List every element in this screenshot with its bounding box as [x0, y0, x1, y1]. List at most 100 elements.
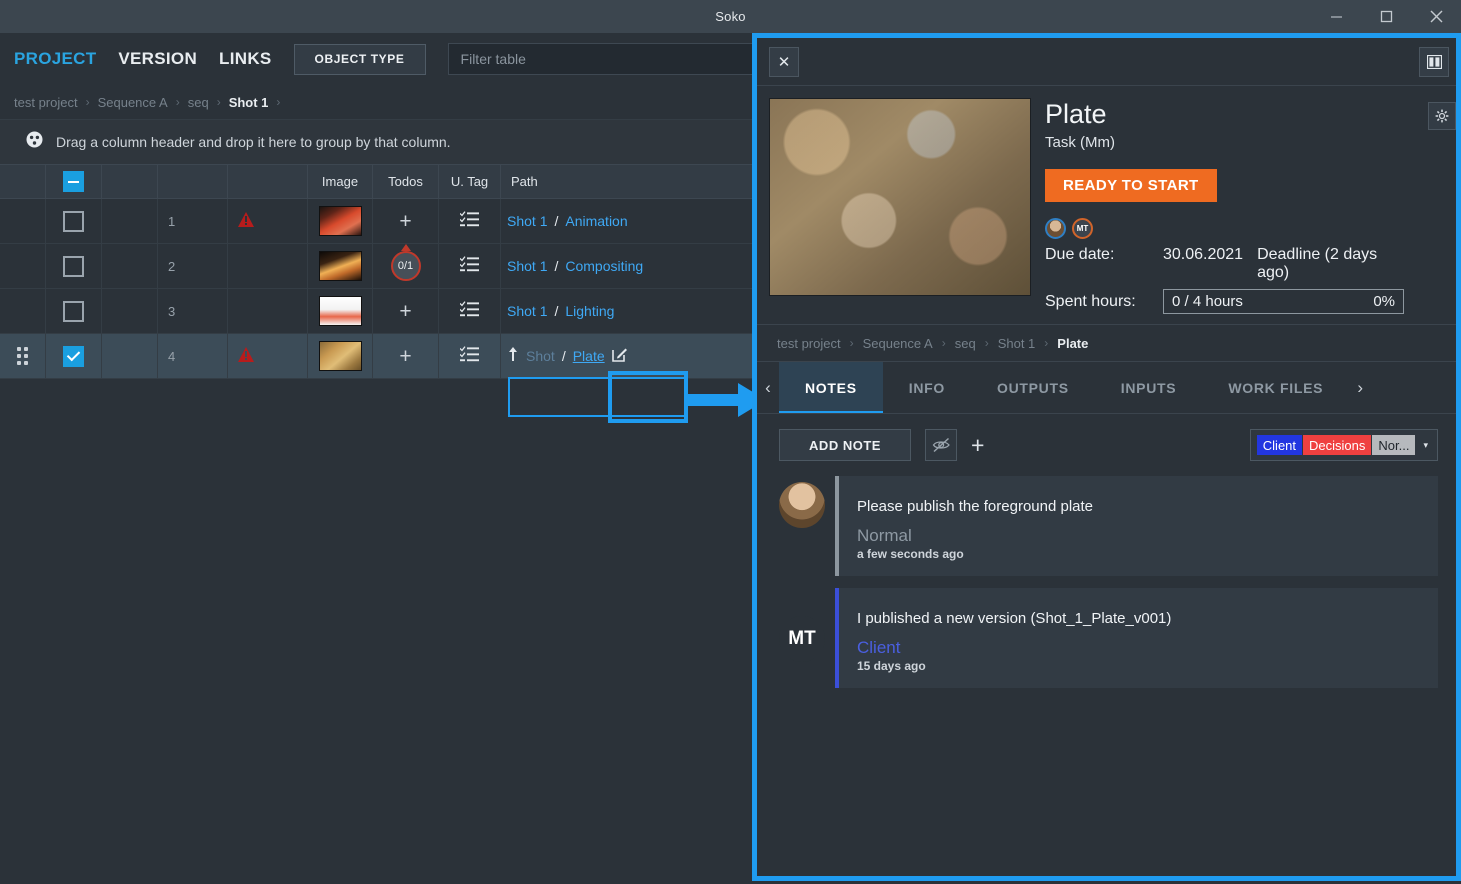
checklist-icon[interactable] [459, 300, 479, 322]
row-path-cell[interactable]: Shot / Plate [501, 334, 760, 378]
detail-breadcrumb-item-4[interactable]: Plate [1057, 336, 1088, 351]
add-note-plus-icon[interactable]: + [971, 433, 984, 457]
gear-icon[interactable] [1428, 102, 1456, 130]
spent-hours-progress[interactable]: 0 / 4 hours 0% [1163, 289, 1404, 315]
row-todos-cell[interactable]: 0/1 [373, 244, 439, 288]
path-leaf-link[interactable]: Lighting [565, 303, 614, 319]
tag-chip-client[interactable]: Client [1256, 435, 1303, 456]
detail-breadcrumb-item-1[interactable]: Sequence A [863, 336, 933, 351]
table-row[interactable]: 3 + Shot 1 / Lighting [0, 289, 760, 334]
path-parent-link[interactable]: Shot 1 [507, 303, 547, 319]
warning-icon[interactable] [238, 347, 254, 365]
table-row[interactable]: 4 + Shot / Plate [0, 334, 760, 379]
th-path[interactable]: Path [501, 165, 760, 198]
row-thumbnail-cell[interactable] [308, 244, 373, 288]
close-panel-button[interactable]: ✕ [769, 46, 799, 77]
table-row[interactable]: 1 + Shot 1 / Animation [0, 199, 760, 244]
detail-breadcrumb-item-0[interactable]: test project [777, 336, 841, 351]
tabs-next-arrow-icon[interactable]: › [1349, 362, 1371, 414]
add-note-button[interactable]: ADD NOTE [779, 429, 911, 462]
object-type-button[interactable]: OBJECT TYPE [293, 43, 426, 75]
breadcrumb-item-0[interactable]: test project [14, 95, 78, 110]
nav-links[interactable]: LINKS [219, 49, 272, 69]
row-path-cell[interactable]: Shot 1 / Animation [501, 199, 760, 243]
path-leaf-link[interactable]: Plate [573, 348, 605, 364]
tab-work-files[interactable]: WORK FILES [1202, 362, 1349, 414]
entity-thumbnail[interactable] [769, 98, 1031, 296]
todo-count-badge[interactable]: 0/1 [390, 244, 421, 281]
search-input[interactable] [460, 51, 747, 67]
row-path-cell[interactable]: Shot 1 / Lighting [501, 289, 760, 333]
row-todos-cell[interactable]: + [373, 199, 439, 243]
detail-breadcrumb-item-3[interactable]: Shot 1 [998, 336, 1036, 351]
drag-handle-icon[interactable] [17, 347, 28, 365]
tab-inputs[interactable]: INPUTS [1095, 362, 1203, 414]
tab-outputs[interactable]: OUTPUTS [971, 362, 1095, 414]
th-image[interactable]: Image [308, 165, 373, 198]
th-number[interactable] [158, 165, 228, 198]
edit-icon[interactable] [611, 346, 628, 367]
list-item[interactable]: Please publish the foreground plate Norm… [779, 476, 1438, 577]
tag-chip-normal[interactable]: Nor... [1372, 435, 1416, 456]
list-item[interactable]: MT I published a new version (Shot_1_Pla… [779, 588, 1438, 689]
row-checkbox[interactable] [63, 300, 84, 322]
row-checkbox[interactable] [63, 255, 84, 277]
tab-notes[interactable]: NOTES [779, 362, 883, 415]
row-path-cell[interactable]: Shot 1 / Compositing [501, 244, 760, 288]
add-todo-icon[interactable]: + [399, 346, 411, 367]
path-parent-link[interactable]: Shot 1 [507, 213, 547, 229]
avatar[interactable] [779, 482, 825, 529]
tag-chip-decisions[interactable]: Decisions [1303, 435, 1372, 456]
close-button[interactable] [1411, 0, 1461, 33]
avatar[interactable]: MT [779, 616, 825, 663]
th-utag[interactable]: U. Tag [439, 165, 501, 198]
row-thumbnail-cell[interactable] [308, 289, 373, 333]
row-checkbox[interactable] [63, 345, 84, 367]
tab-info[interactable]: INFO [883, 362, 971, 414]
thumbnail-image[interactable] [318, 251, 362, 281]
row-utag-cell[interactable] [439, 289, 501, 333]
path-parent-link[interactable]: Shot [526, 348, 555, 364]
detail-breadcrumb-item-2[interactable]: seq [955, 336, 976, 351]
nav-version[interactable]: VERSION [118, 49, 197, 69]
row-select-cell[interactable] [46, 244, 102, 288]
avatar[interactable]: MT [1072, 218, 1093, 240]
group-by-dropzone[interactable]: Drag a column header and drop it here to… [0, 119, 760, 164]
row-checkbox[interactable] [63, 210, 84, 232]
row-warning-cell[interactable] [228, 199, 308, 243]
breadcrumb-item-3[interactable]: Shot 1 [229, 95, 269, 110]
th-select-all[interactable] [46, 165, 102, 198]
row-utag-cell[interactable] [439, 334, 501, 378]
table-row[interactable]: 2 0/1 Shot 1 / Compositing [0, 244, 760, 289]
breadcrumb-item-2[interactable]: seq [188, 95, 209, 110]
row-select-cell[interactable] [46, 289, 102, 333]
th-warning[interactable] [228, 165, 308, 198]
checklist-icon[interactable] [459, 255, 479, 277]
filter-table-field[interactable] [447, 43, 760, 75]
row-warning-cell[interactable] [228, 334, 308, 378]
row-select-cell[interactable] [46, 199, 102, 243]
thumbnail-image[interactable] [318, 206, 362, 236]
thumbnail-image[interactable] [318, 341, 362, 371]
chevron-down-icon[interactable]: ▾ [1423, 440, 1428, 451]
select-all-checkbox[interactable] [63, 171, 84, 192]
move-up-icon[interactable] [507, 346, 519, 367]
path-leaf-link[interactable]: Animation [565, 213, 627, 229]
maximize-button[interactable] [1361, 0, 1411, 33]
path-parent-link[interactable]: Shot 1 [507, 258, 547, 274]
add-todo-icon[interactable]: + [399, 301, 411, 322]
add-todo-icon[interactable]: + [399, 211, 411, 232]
path-leaf-link[interactable]: Compositing [565, 258, 643, 274]
row-todos-cell[interactable]: + [373, 289, 439, 333]
breadcrumb-item-1[interactable]: Sequence A [98, 95, 168, 110]
avatar[interactable] [1045, 218, 1066, 240]
row-select-cell[interactable] [46, 334, 102, 378]
split-view-icon[interactable] [1419, 46, 1449, 77]
tabs-prev-arrow-icon[interactable]: ‹ [757, 362, 779, 414]
row-utag-cell[interactable] [439, 244, 501, 288]
warning-icon[interactable] [238, 212, 254, 230]
row-thumbnail-cell[interactable] [308, 334, 373, 378]
thumbnail-image[interactable] [318, 296, 362, 326]
row-todos-cell[interactable]: + [373, 334, 439, 378]
status-badge[interactable]: READY TO START [1045, 169, 1217, 203]
